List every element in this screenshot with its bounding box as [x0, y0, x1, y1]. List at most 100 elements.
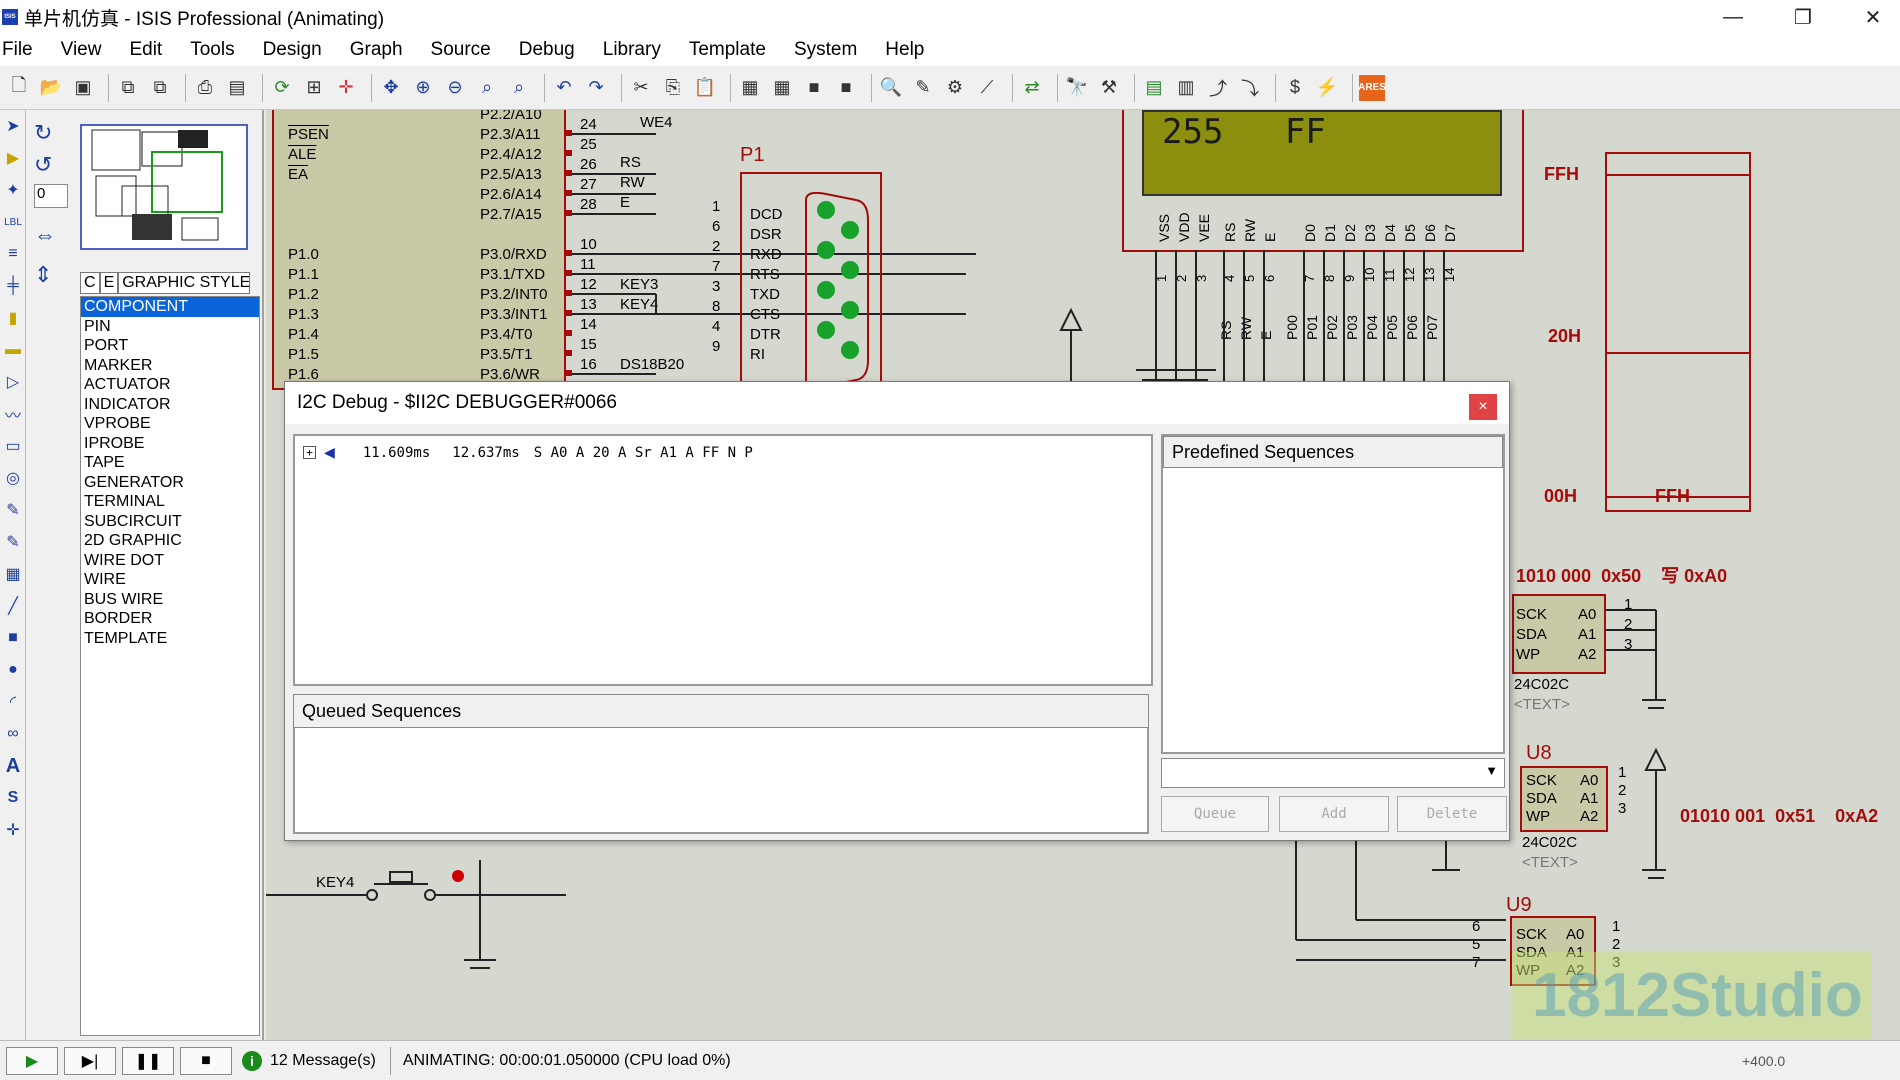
- circle-icon[interactable]: ●: [0, 654, 26, 686]
- list-item[interactable]: WIRE DOT: [81, 551, 259, 571]
- list-item[interactable]: 2D GRAPHIC: [81, 531, 259, 551]
- print-icon[interactable]: ⎙: [192, 75, 218, 101]
- predefined-sequences-pane[interactable]: [1161, 434, 1505, 754]
- redo-icon[interactable]: ↷: [583, 75, 609, 101]
- add-button[interactable]: Add: [1279, 796, 1389, 832]
- block-delete-icon[interactable]: ■: [833, 75, 859, 101]
- tape-recorder-icon[interactable]: ▭: [0, 430, 26, 462]
- virtual-instruments-icon[interactable]: ▦: [0, 558, 26, 590]
- list-item[interactable]: MARKER: [81, 356, 259, 376]
- property-tool-icon[interactable]: ⚒: [1096, 75, 1122, 101]
- menu-view[interactable]: View: [61, 39, 112, 61]
- list-item[interactable]: BORDER: [81, 609, 259, 629]
- list-item[interactable]: TERMINAL: [81, 492, 259, 512]
- paste-icon[interactable]: 📋: [692, 75, 718, 101]
- menu-help[interactable]: Help: [885, 39, 934, 61]
- pick-device-icon[interactable]: 🔍: [878, 75, 904, 101]
- zoom-all-icon[interactable]: ⌕: [474, 75, 500, 101]
- list-item[interactable]: PIN: [81, 317, 259, 337]
- subcircuit-icon[interactable]: ▮: [0, 302, 26, 334]
- export-icon[interactable]: ⧉: [147, 75, 173, 101]
- marker-icon[interactable]: ✛: [0, 814, 26, 846]
- path-icon[interactable]: ∞: [0, 718, 26, 750]
- make-device-icon[interactable]: ✎: [910, 75, 936, 101]
- transaction-log[interactable]: + ◀ 11.609ms 12.637ms S A0 A 20 A Sr A1 …: [293, 434, 1153, 686]
- search-tag-icon[interactable]: 🔭: [1064, 75, 1090, 101]
- list-item[interactable]: VPROBE: [81, 414, 259, 434]
- menu-source[interactable]: Source: [431, 39, 501, 61]
- menu-library[interactable]: Library: [603, 39, 671, 61]
- menu-template[interactable]: Template: [689, 39, 776, 61]
- electrical-rule-check-icon[interactable]: ⚡: [1314, 75, 1340, 101]
- origin-icon[interactable]: ✛: [333, 75, 359, 101]
- list-item[interactable]: COMPONENT: [81, 297, 259, 317]
- grid-icon[interactable]: ⊞: [301, 75, 327, 101]
- pause-button[interactable]: ❚❚: [122, 1046, 174, 1075]
- device-pins-icon[interactable]: ▷: [0, 366, 26, 398]
- list-item[interactable]: GENERATOR: [81, 473, 259, 493]
- arc-icon[interactable]: ◜: [0, 686, 26, 718]
- delete-button[interactable]: Delete: [1397, 796, 1507, 832]
- mirror-horizontal-icon[interactable]: ⇔: [34, 222, 74, 262]
- box-icon[interactable]: ■: [0, 622, 26, 654]
- queue-button[interactable]: Queue: [1161, 796, 1269, 832]
- list-item[interactable]: WIRE: [81, 570, 259, 590]
- list-item[interactable]: TEMPLATE: [81, 629, 259, 649]
- menu-edit[interactable]: Edit: [129, 39, 172, 61]
- message-count[interactable]: 12 Message(s): [270, 1052, 376, 1070]
- list-item[interactable]: INDICATOR: [81, 395, 259, 415]
- component-mode-icon[interactable]: ▶: [0, 142, 26, 174]
- menu-graph[interactable]: Graph: [350, 39, 413, 61]
- save-icon[interactable]: ▣: [70, 75, 96, 101]
- list-item[interactable]: ACTUATOR: [81, 375, 259, 395]
- new-file-icon[interactable]: 🗋: [6, 75, 32, 101]
- tab-e[interactable]: E: [99, 272, 119, 294]
- pan-icon[interactable]: ✥: [378, 75, 404, 101]
- rotation-angle-field[interactable]: 0: [34, 184, 68, 208]
- symbol-icon[interactable]: S: [0, 782, 26, 814]
- menu-debug[interactable]: Debug: [519, 39, 585, 61]
- zoom-area-icon[interactable]: ⌕: [506, 75, 532, 101]
- chevron-down-icon[interactable]: ▼: [1485, 763, 1498, 778]
- menu-file[interactable]: File: [2, 39, 43, 61]
- decompose-icon[interactable]: ⟋: [974, 75, 1000, 101]
- open-folder-icon[interactable]: 📂: [38, 75, 64, 101]
- mirror-vertical-icon[interactable]: ⇕: [34, 262, 74, 294]
- zoom-child-icon[interactable]: ⤵: [1237, 75, 1263, 101]
- zoom-out-icon[interactable]: ⊖: [442, 75, 468, 101]
- undo-icon[interactable]: ↶: [551, 75, 577, 101]
- text-script-icon[interactable]: ≡: [0, 238, 26, 270]
- rotate-clockwise-icon[interactable]: ↻: [34, 120, 74, 152]
- log-row[interactable]: + ◀ 11.609ms 12.637ms S A0 A 20 A Sr A1 …: [303, 442, 753, 463]
- tab-components[interactable]: C: [80, 272, 100, 294]
- wire-label-icon[interactable]: LBL: [0, 206, 26, 238]
- terminals-icon[interactable]: ▬: [0, 334, 26, 366]
- list-item[interactable]: IPROBE: [81, 434, 259, 454]
- sequence-dropdown[interactable]: ▼: [1161, 758, 1505, 788]
- copy-icon[interactable]: ⎘: [660, 75, 686, 101]
- stop-button[interactable]: ■: [180, 1046, 232, 1075]
- exit-parent-icon[interactable]: ⤴: [1205, 75, 1231, 101]
- block-copy-icon[interactable]: ▦: [737, 75, 763, 101]
- bill-of-materials-icon[interactable]: $: [1282, 75, 1308, 101]
- cut-icon[interactable]: ✂: [628, 75, 654, 101]
- bus-icon[interactable]: ╪: [0, 270, 26, 302]
- graph-icon[interactable]: 〰: [0, 398, 26, 430]
- voltage-probe-icon[interactable]: ✎: [0, 494, 26, 526]
- selection-mode-icon[interactable]: ➤: [0, 110, 26, 142]
- overview-window[interactable]: [80, 124, 248, 250]
- junction-dot-icon[interactable]: ✦: [0, 174, 26, 206]
- key4-button-switch[interactable]: [266, 840, 566, 990]
- block-rotate-icon[interactable]: ■: [801, 75, 827, 101]
- packaging-icon[interactable]: ⚙: [942, 75, 968, 101]
- dialog-close-button[interactable]: ×: [1469, 394, 1497, 420]
- remove-sheet-icon[interactable]: ▥: [1173, 75, 1199, 101]
- current-probe-icon[interactable]: ✎: [0, 526, 26, 558]
- zoom-in-icon[interactable]: ⊕: [410, 75, 436, 101]
- import-icon[interactable]: ⧉: [115, 75, 141, 101]
- list-item[interactable]: PORT: [81, 336, 259, 356]
- restore-button[interactable]: ❐: [1776, 0, 1830, 34]
- close-button[interactable]: ✕: [1846, 0, 1900, 34]
- tab-graphic-styles[interactable]: GRAPHIC STYLES: [118, 272, 251, 294]
- ares-icon[interactable]: ARES: [1358, 74, 1386, 101]
